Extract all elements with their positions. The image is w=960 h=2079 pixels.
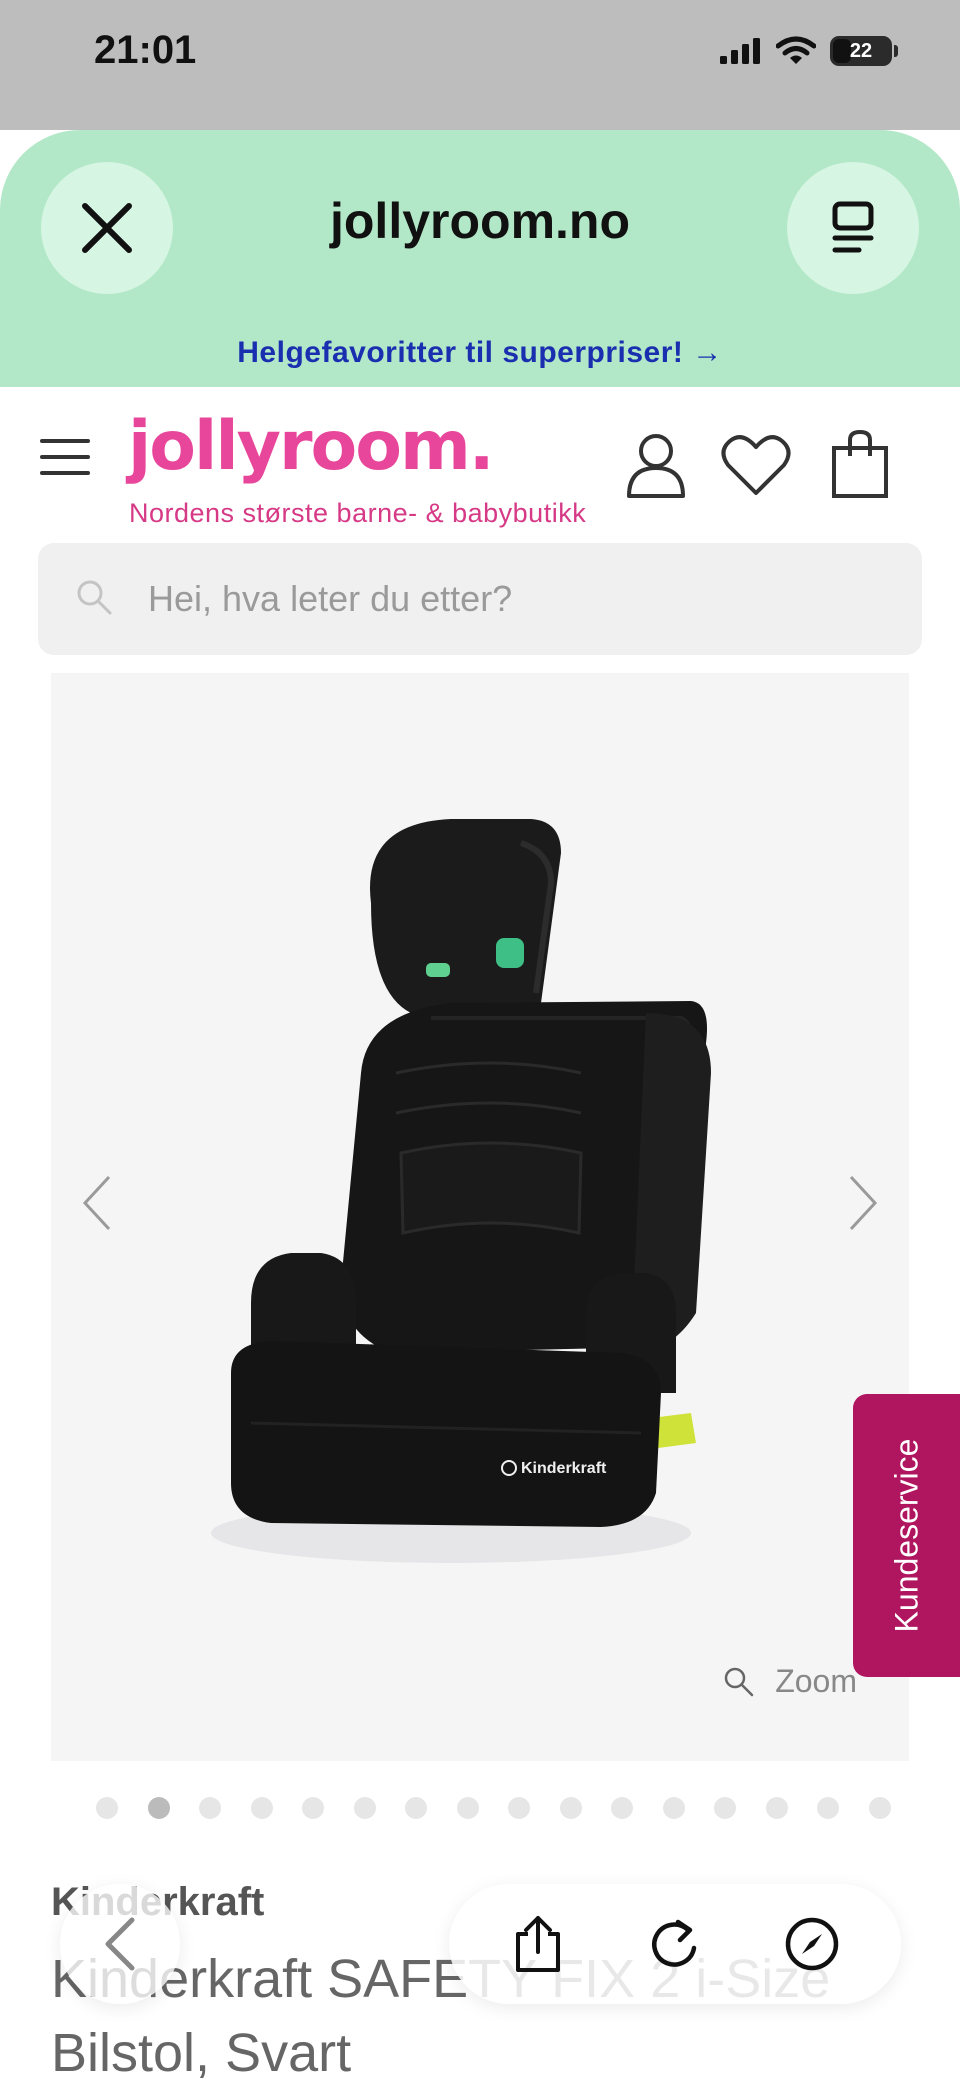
status-time: 21:01 (94, 28, 197, 72)
share-button[interactable] (498, 1904, 578, 1984)
gallery-dot[interactable] (611, 1797, 633, 1819)
customer-service-tab[interactable]: Kundeservice (853, 1394, 960, 1677)
gallery-dot[interactable] (96, 1797, 118, 1819)
promo-banner[interactable]: Helgefavoritter til superpriser! → (0, 336, 960, 370)
gallery-dot[interactable] (405, 1797, 427, 1819)
car-seat-image: Kinderkraft (211, 819, 711, 1563)
gallery-dot[interactable] (353, 1797, 376, 1819)
account-button[interactable] (618, 427, 694, 503)
search-bar[interactable] (38, 543, 922, 655)
gallery-dot[interactable] (714, 1797, 736, 1819)
magnifier-icon (724, 1667, 754, 1696)
chevron-left-icon (105, 1917, 135, 1971)
compass-icon (786, 1917, 839, 1971)
compass-button[interactable] (772, 1904, 852, 1984)
wishlist-button[interactable] (718, 427, 794, 503)
browser-toolbar (449, 1884, 901, 2004)
chevron-right-icon (849, 1175, 878, 1231)
gallery-dot[interactable] (147, 1797, 170, 1819)
browser-header: jollyroom.no Helgefavoritter til superpr… (0, 130, 960, 387)
gallery-dot[interactable] (199, 1797, 221, 1819)
site-tagline: Nordens største barne- & babybutikk (129, 498, 587, 528)
reload-icon (652, 1919, 697, 1967)
signal-icon (720, 38, 760, 64)
wifi-icon (776, 36, 816, 64)
reader-icon (832, 201, 874, 253)
gallery-dot[interactable] (868, 1797, 891, 1819)
next-image-button[interactable] (833, 1153, 893, 1253)
reload-button[interactable] (635, 1904, 715, 1984)
gallery-dot[interactable] (302, 1797, 324, 1819)
battery-level: 22 (849, 39, 873, 62)
seat-brand-label: Kinderkraft (521, 1460, 607, 1477)
status-bar: 21:01 22 (0, 0, 960, 130)
zoom-label: Zoom (775, 1663, 857, 1699)
gallery-dots (96, 1797, 891, 1819)
share-icon (515, 1916, 560, 1972)
user-icon (627, 434, 685, 498)
shopping-bag-icon (832, 430, 888, 498)
status-icons: 22 (720, 36, 898, 66)
chevron-left-icon (82, 1175, 111, 1231)
gallery-dot[interactable] (508, 1797, 530, 1819)
zoom-button[interactable]: Zoom (723, 1663, 857, 1700)
site-header: jollyroom. Nordens største barne- & baby… (0, 387, 960, 537)
battery-icon: 22 (830, 36, 892, 66)
search-input[interactable] (148, 571, 868, 627)
gallery-dot[interactable] (456, 1797, 479, 1819)
site-logo[interactable]: jollyroom. (128, 407, 495, 486)
gallery-dot[interactable] (765, 1797, 788, 1819)
prev-image-button[interactable] (67, 1153, 127, 1253)
cart-button[interactable] (822, 427, 898, 503)
search-icon (77, 580, 112, 615)
back-button[interactable] (60, 1884, 180, 2004)
menu-button[interactable] (40, 439, 90, 475)
gallery-dot[interactable] (559, 1797, 582, 1819)
customer-service-label: Kundeservice (888, 1438, 925, 1633)
gallery-dot[interactable] (662, 1797, 685, 1819)
gallery-dot[interactable] (250, 1797, 273, 1819)
heart-icon (721, 435, 791, 495)
product-image[interactable]: Kinderkraft Zoom (51, 673, 909, 1761)
reader-button[interactable] (787, 162, 919, 294)
gallery-dot[interactable] (817, 1797, 839, 1819)
